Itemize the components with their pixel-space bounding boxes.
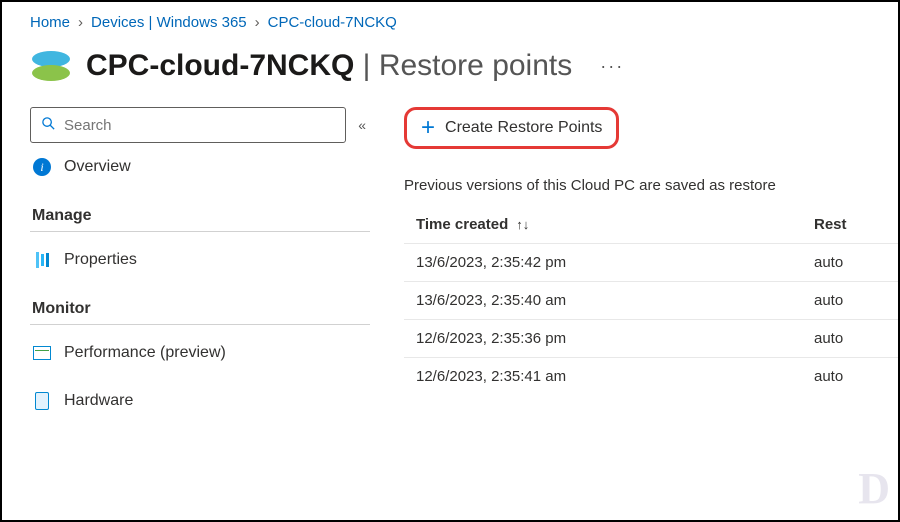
create-restore-points-button[interactable]: + Create Restore Points <box>404 107 619 149</box>
breadcrumb-devices[interactable]: Devices | Windows 365 <box>91 14 247 31</box>
chevron-right-icon: › <box>255 14 260 31</box>
sidebar-item-hardware[interactable]: Hardware <box>30 377 370 425</box>
sidebar-item-properties[interactable]: Properties <box>30 236 370 284</box>
breadcrumb: Home › Devices | Windows 365 › CPC-cloud… <box>2 2 898 41</box>
hardware-icon <box>35 392 49 410</box>
description-text: Previous versions of this Cloud PC are s… <box>404 149 898 210</box>
column-time-label: Time created <box>416 216 508 233</box>
plus-icon: + <box>421 116 435 140</box>
entity-name: CPC-cloud-7NCKQ <box>86 49 354 82</box>
title-divider: | <box>354 49 378 82</box>
sidebar-section-manage: Manage <box>30 191 370 232</box>
cell-type: auto <box>814 292 898 309</box>
create-button-label: Create Restore Points <box>445 119 602 137</box>
column-restore-type[interactable]: Rest <box>814 216 898 233</box>
table-row[interactable]: 12/6/2023, 2:35:41 am auto <box>404 357 898 395</box>
performance-icon <box>33 346 51 360</box>
sidebar-item-overview[interactable]: i Overview <box>30 143 370 191</box>
search-icon <box>41 116 56 135</box>
toolbar: + Create Restore Points <box>404 107 898 149</box>
breadcrumb-home[interactable]: Home <box>30 14 70 31</box>
sidebar-item-label: Hardware <box>64 392 133 410</box>
info-icon: i <box>33 158 51 176</box>
page-title-row: CPC-cloud-7NCKQ | Restore points ··· <box>2 41 898 107</box>
cell-type: auto <box>814 254 898 271</box>
sidebar-item-label: Properties <box>64 251 137 269</box>
cloud-pc-icon <box>30 45 72 87</box>
column-time-created[interactable]: Time created ↑↓ <box>416 216 814 233</box>
properties-icon <box>36 252 49 268</box>
chevron-right-icon: › <box>78 14 83 31</box>
cell-time: 13/6/2023, 2:35:40 am <box>416 292 814 309</box>
cell-time: 12/6/2023, 2:35:36 pm <box>416 330 814 347</box>
sidebar-item-performance[interactable]: Performance (preview) <box>30 329 370 377</box>
cell-time: 13/6/2023, 2:35:42 pm <box>416 254 814 271</box>
page-title: CPC-cloud-7NCKQ | Restore points <box>86 49 572 83</box>
collapse-sidebar-button[interactable]: « <box>354 117 370 133</box>
search-box[interactable] <box>30 107 346 143</box>
cell-time: 12/6/2023, 2:35:41 am <box>416 368 814 385</box>
cell-type: auto <box>814 330 898 347</box>
main-content: + Create Restore Points Previous version… <box>382 107 898 425</box>
sidebar-item-label: Overview <box>64 158 131 176</box>
table-row[interactable]: 12/6/2023, 2:35:36 pm auto <box>404 319 898 357</box>
sort-icon: ↑↓ <box>516 217 529 232</box>
table-row[interactable]: 13/6/2023, 2:35:40 am auto <box>404 281 898 319</box>
watermark: D <box>858 463 890 514</box>
table-header: Time created ↑↓ Rest <box>404 210 898 243</box>
more-actions-button[interactable]: ··· <box>600 56 624 77</box>
page-section-name: Restore points <box>379 49 572 82</box>
sidebar-section-monitor: Monitor <box>30 284 370 325</box>
breadcrumb-device[interactable]: CPC-cloud-7NCKQ <box>268 14 397 31</box>
sidebar: « i Overview Manage Properties Monitor P… <box>2 107 382 425</box>
sidebar-item-label: Performance (preview) <box>64 344 226 362</box>
table-row[interactable]: 13/6/2023, 2:35:42 pm auto <box>404 243 898 281</box>
cell-type: auto <box>814 368 898 385</box>
search-input[interactable] <box>64 117 335 134</box>
